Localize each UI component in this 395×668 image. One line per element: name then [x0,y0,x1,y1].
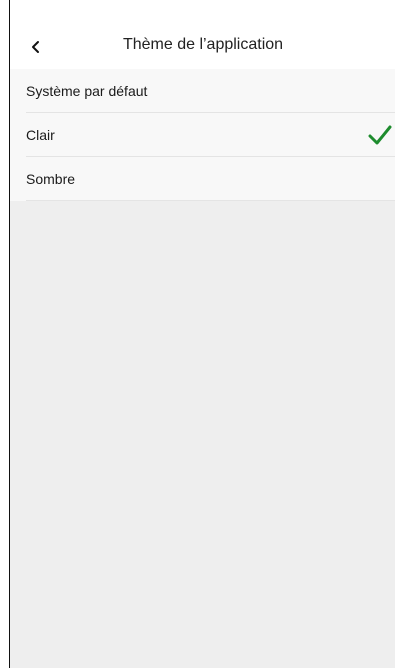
page-title: Thème de l’application [122,36,284,53]
option-light[interactable]: Clair [10,113,395,157]
option-label: Sombre [26,171,76,187]
option-system-default[interactable]: Système par défaut [10,69,395,113]
theme-options-list: Système par défaut Clair Sombre [10,69,395,201]
check-icon [368,125,392,145]
divider [26,200,395,201]
option-label: Clair [26,127,55,143]
header: Thème de l’application [10,0,395,69]
option-dark[interactable]: Sombre [10,157,395,201]
option-label: Système par défaut [26,83,148,99]
app-screen: Thème de l’application Système par défau… [9,0,395,668]
